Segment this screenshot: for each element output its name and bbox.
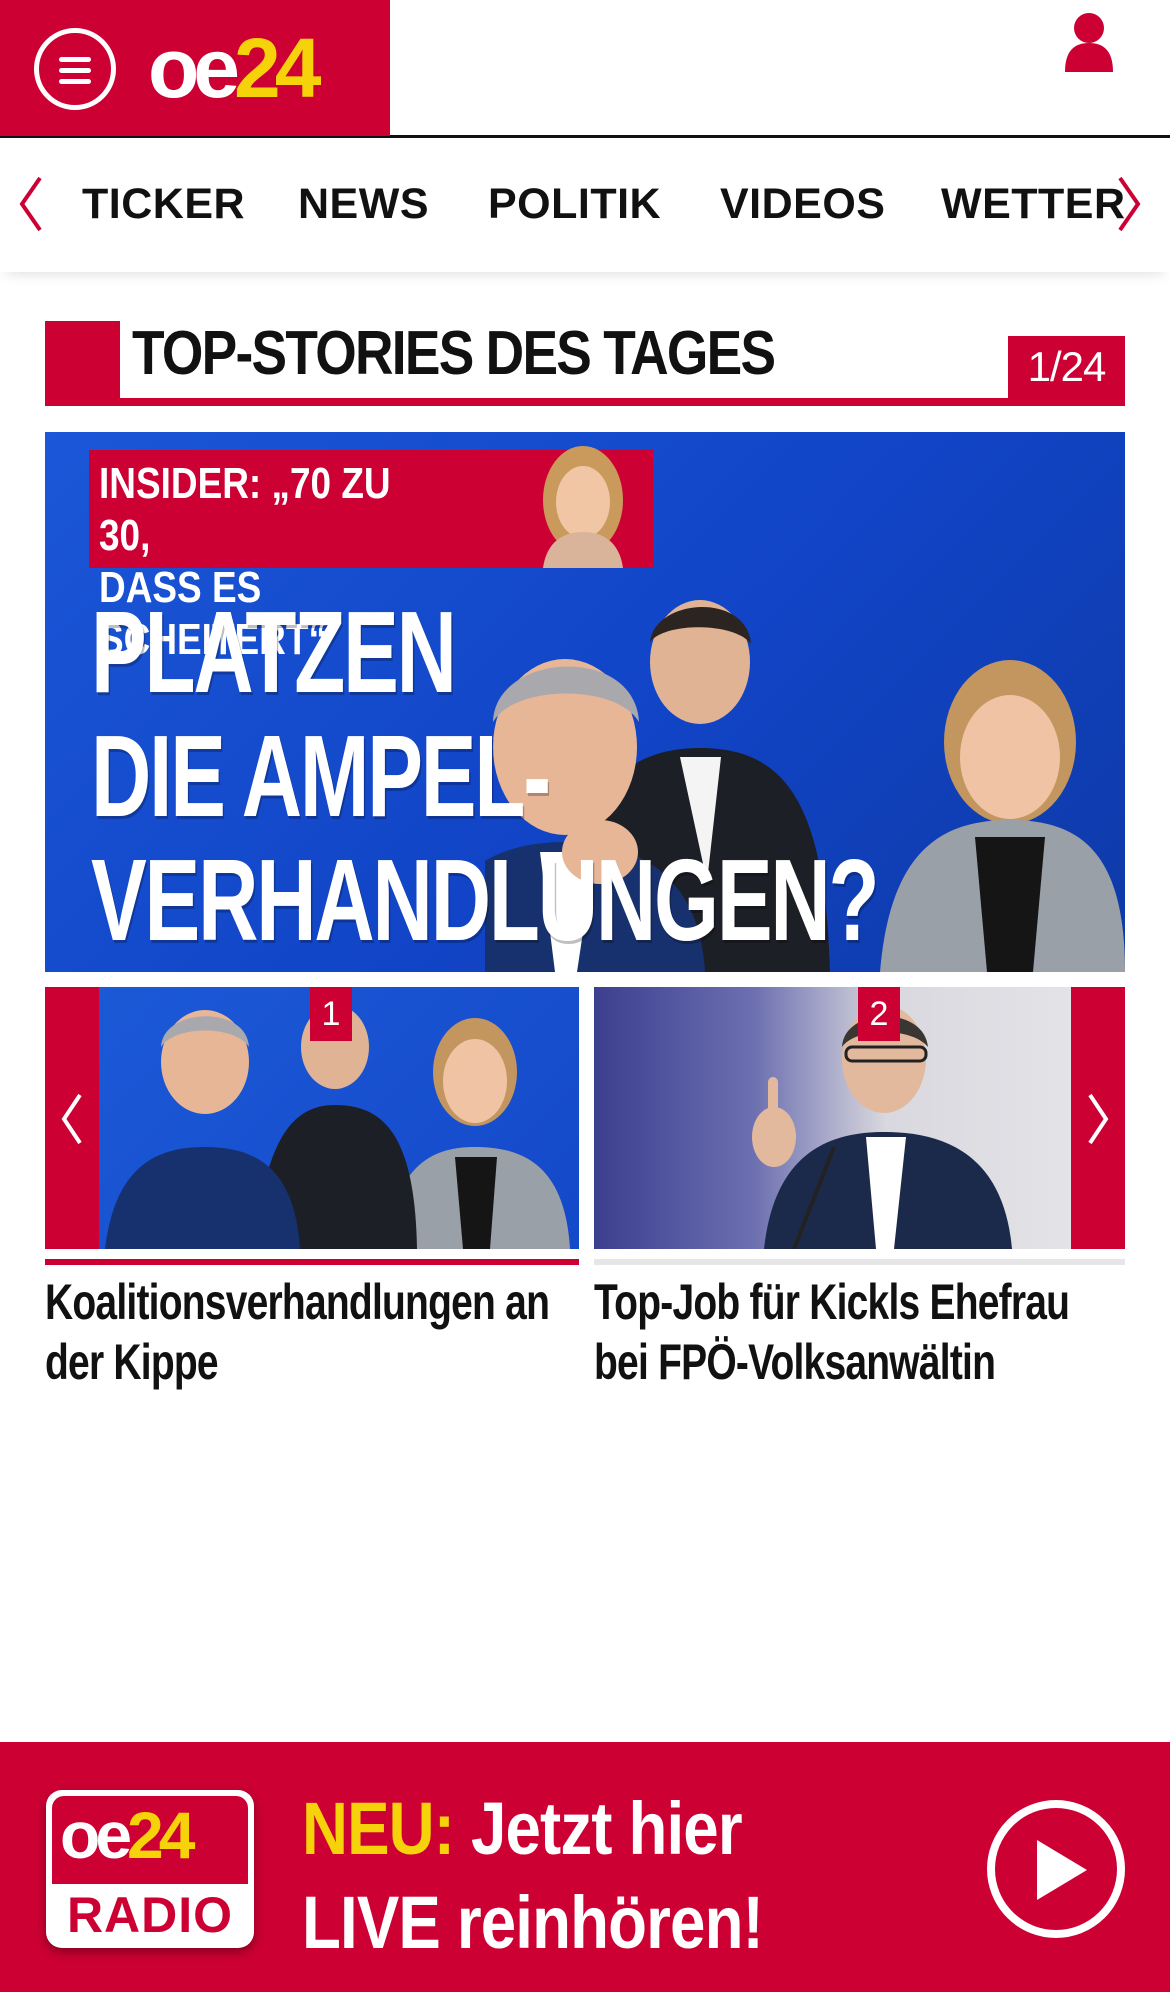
- carousel-prev-button[interactable]: [45, 987, 99, 1249]
- section-divider: [45, 398, 1125, 406]
- nav-scroll-left-icon[interactable]: [16, 174, 46, 234]
- slide-counter: 1/24: [1008, 336, 1125, 398]
- card-number-badge: 2: [858, 987, 900, 1041]
- radio-cta-line1-rest: Jetzt hier: [454, 1787, 743, 1870]
- oe24-logo[interactable]: oe24: [148, 26, 322, 110]
- teaser-title-2[interactable]: Top-Job für Kickls Ehefrau bei FPÖ-Volks…: [594, 1272, 1124, 1392]
- teaser-title-1[interactable]: Koalitionsverhandlungen an der Kippe: [45, 1272, 580, 1392]
- logo-oe: oe: [148, 21, 240, 115]
- nav-scroll-right-icon[interactable]: [1114, 174, 1144, 234]
- hero-headline: PLATZEN DIE AMPEL- VERHANDLUNGEN?: [91, 587, 880, 965]
- radio-logo-oe24: oe24: [60, 1798, 195, 1872]
- section-marker: [45, 321, 120, 406]
- radio-play-button[interactable]: [987, 1800, 1125, 1938]
- chevron-left-icon: [61, 1093, 82, 1145]
- user-account-icon[interactable]: [1063, 12, 1115, 72]
- category-nav: TICKER NEWS POLITIK VIDEOS WETTER: [0, 140, 1170, 272]
- radio-logo: oe24 RADIO: [46, 1790, 254, 1948]
- radio-cta-line2: LIVE reinhören!: [302, 1881, 764, 1964]
- nav-item-politik[interactable]: POLITIK: [488, 178, 661, 230]
- nav-item-wetter[interactable]: WETTER: [941, 178, 1126, 230]
- logo-24: 24: [234, 21, 321, 115]
- radio-logo-24: 24: [127, 1798, 195, 1872]
- hero-story[interactable]: INSIDER: „70 ZU 30, DASS ES SCHEITERT“ P…: [45, 432, 1125, 972]
- play-icon: [1037, 1840, 1087, 1900]
- chevron-right-icon: [1088, 1093, 1109, 1145]
- site-header: oe24: [0, 0, 1170, 138]
- radio-cta-line1: NEU: Jetzt hier: [302, 1782, 763, 1876]
- card-number-badge: 1: [310, 987, 352, 1041]
- radio-neu-label: NEU:: [302, 1787, 455, 1870]
- inactive-card-indicator: [594, 1259, 1125, 1265]
- insider-portrait-image: [543, 446, 623, 568]
- brand-block: oe24: [0, 0, 390, 136]
- nav-item-news[interactable]: NEWS: [298, 178, 429, 230]
- hamburger-menu-icon[interactable]: [34, 28, 116, 110]
- radio-logo-label: RADIO: [66, 1887, 234, 1943]
- active-card-indicator: [45, 1259, 579, 1265]
- carousel-next-button[interactable]: [1071, 987, 1125, 1249]
- radio-logo-oe: oe: [60, 1798, 132, 1872]
- section-title: TOP-STORIES DES TAGES: [132, 319, 776, 388]
- nav-item-videos[interactable]: VIDEOS: [720, 178, 886, 230]
- radio-banner[interactable]: oe24 RADIO NEU: Jetzt hier LIVE reinhöre…: [0, 1742, 1170, 1992]
- nav-item-ticker[interactable]: TICKER: [82, 178, 245, 230]
- radio-cta-text: NEU: Jetzt hier LIVE reinhören!: [302, 1782, 764, 1970]
